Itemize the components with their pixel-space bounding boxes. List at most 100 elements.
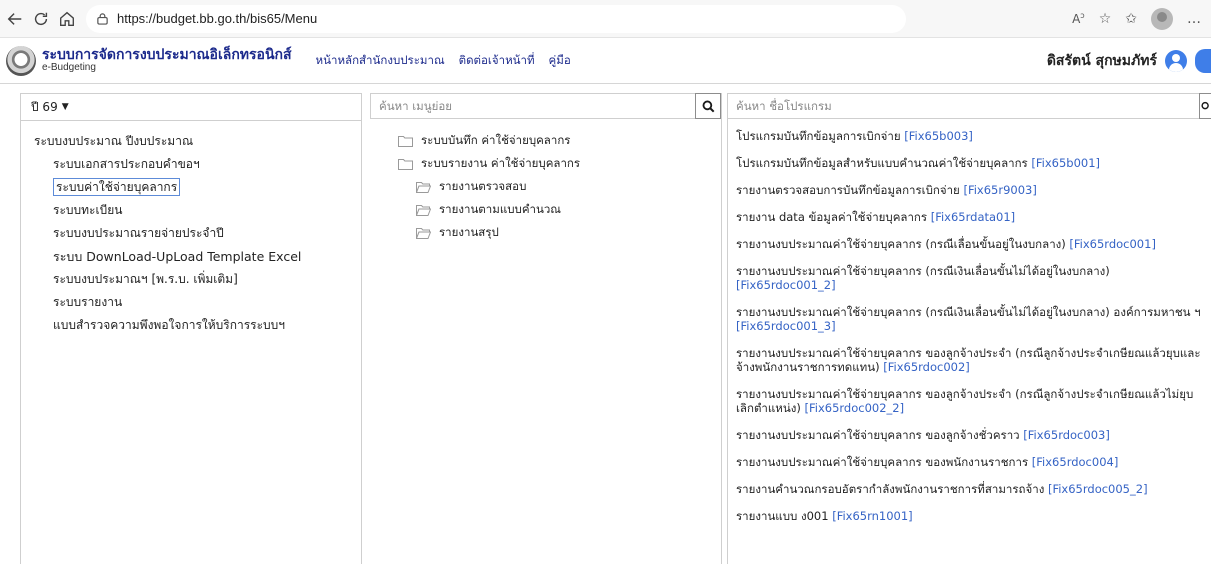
user-profile-icon[interactable]: [1165, 49, 1187, 72]
menu-item-label: ระบบงบประมาณรายจ่ายประจำปี: [53, 226, 224, 240]
program-item[interactable]: รายงานงบประมาณค่าใช้จ่ายบุคลากร ของลูกจ้…: [736, 346, 1206, 374]
program-item[interactable]: รายงานงบประมาณค่าใช้จ่ายบุคลากร (กรณีเงิ…: [736, 305, 1206, 333]
favorites-list-icon[interactable]: ✩: [1125, 11, 1137, 27]
program-item[interactable]: รายงานงบประมาณค่าใช้จ่ายบุคลากร ของลูกจ้…: [736, 428, 1206, 442]
program-name: รายงานงบประมาณค่าใช้จ่ายบุคลากร ของลูกจ้…: [736, 428, 1020, 442]
submenu-search-input[interactable]: [370, 93, 695, 119]
program-name: โปรแกรมบันทึกข้อมูลการเบิกจ่าย: [736, 129, 901, 143]
browser-actions: Aↄ ☆ ✩ …: [1072, 7, 1211, 30]
back-arrow-icon[interactable]: [4, 8, 26, 30]
tree-node-label: ระบบรายงาน ค่าใช้จ่ายบุคลากร: [421, 155, 581, 170]
program-code: [Fix65b003]: [904, 129, 973, 143]
program-item[interactable]: รายงาน data ข้อมูลค่าใช้จ่ายบุคลากร [Fix…: [736, 210, 1206, 224]
submenu-tree: ระบบบันทึก ค่าใช้จ่ายบุคลากร ระบบรายงาน …: [398, 129, 580, 244]
program-name: โปรแกรมบันทึกข้อมูลสำหรับแบบคำนวณค่าใช้จ…: [736, 156, 1028, 170]
program-code: [Fix65rdoc004]: [1031, 455, 1119, 469]
program-code: [Fix65b001]: [1031, 156, 1101, 170]
user-area: ดิสรัตน์ สุกษมภัทร์: [1046, 48, 1211, 73]
tree-node-summary-report[interactable]: รายงานสรุป: [398, 221, 580, 244]
submenu-search-button[interactable]: [695, 93, 721, 119]
menu-item-label: ระบบเอกสารประกอบคำขอฯ: [53, 157, 200, 171]
menu-item-additional-act[interactable]: ระบบงบประมาณฯ [พ.ร.บ. เพิ่มเติม]: [34, 268, 301, 291]
year-dropdown[interactable]: ปี 69 ▼: [21, 94, 361, 121]
program-code: [Fix65rdoc005_2]: [1047, 482, 1148, 496]
program-item[interactable]: โปรแกรมบันทึกข้อมูลการเบิกจ่าย [Fix65b00…: [736, 129, 1206, 143]
tree-node-audit-report[interactable]: รายงานตรวจสอบ: [398, 175, 580, 198]
menu-item-personnel-expense[interactable]: ระบบค่าใช้จ่ายบุคลากร: [34, 176, 301, 199]
program-code: [Fix65rdoc001_2]: [736, 278, 836, 292]
menu-item-satisfaction-survey[interactable]: แบบสำรวจความพึงพอใจการให้บริการระบบฯ: [34, 314, 301, 337]
open-folder-icon: [416, 181, 431, 193]
profile-avatar-icon[interactable]: [1151, 7, 1173, 30]
program-item[interactable]: รายงานตรวจสอบการบันทึกข้อมูลการเบิกจ่าย …: [736, 183, 1206, 197]
app-header: ระบบการจัดการงบประมาณอิเล็กทรอนิกส์ e-Bu…: [0, 38, 1211, 84]
menu-item-request-docs[interactable]: ระบบเอกสารประกอบคำขอฯ: [34, 153, 301, 176]
program-item[interactable]: รายงานแบบ ง001 [Fix65rn1001]: [736, 509, 1206, 523]
app-title: ระบบการจัดการงบประมาณอิเล็กทรอนิกส์: [42, 46, 292, 63]
top-nav: หน้าหลักสำนักงบประมาณ ติดต่อเจ้าหน้าที่ …: [316, 52, 571, 70]
program-item[interactable]: รายงานงบประมาณค่าใช้จ่ายบุคลากร (กรณีเงิ…: [736, 264, 1206, 292]
read-aloud-icon[interactable]: Aↄ: [1072, 11, 1085, 26]
program-panel: โปรแกรมบันทึกข้อมูลการเบิกจ่าย [Fix65b00…: [727, 93, 1211, 564]
tree-node-report-expense[interactable]: ระบบรายงาน ค่าใช้จ่ายบุคลากร: [398, 152, 580, 175]
brand: ระบบการจัดการงบประมาณอิเล็กทรอนิกส์ e-Bu…: [42, 48, 292, 73]
program-code: [Fix65rdoc002_2]: [804, 401, 905, 415]
logout-icon[interactable]: [1195, 48, 1211, 73]
main-menu-list: ระบบงบประมาณ ปีงบประมาณ ระบบเอกสารประกอบ…: [34, 130, 301, 337]
tree-node-label: รายงานตรวจสอบ: [439, 178, 527, 193]
home-icon[interactable]: [56, 8, 78, 30]
program-code: [Fix65rdoc002]: [883, 360, 970, 374]
menu-item-registry[interactable]: ระบบทะเบียน: [34, 199, 301, 222]
menu-item-excel-template[interactable]: ระบบ DownLoad-UpLoad Template Excel: [34, 245, 301, 268]
url-text: https://budget.bb.go.th/bis65/Menu: [117, 11, 318, 26]
program-code: [Fix65rn1001]: [832, 509, 913, 523]
menu-root-label: ระบบงบประมาณ ปีงบประมาณ: [34, 134, 194, 148]
menu-item-label: ระบบงบประมาณฯ [พ.ร.บ. เพิ่มเติม]: [53, 272, 238, 286]
program-item[interactable]: โปรแกรมบันทึกข้อมูลสำหรับแบบคำนวณค่าใช้จ…: [736, 156, 1206, 170]
program-code: [Fix65rdoc001]: [1069, 237, 1156, 251]
program-item[interactable]: รายงานงบประมาณค่าใช้จ่ายบุคลากร ของพนักง…: [736, 455, 1206, 469]
search-icon: [1201, 101, 1209, 109]
program-code: [Fix65r9003]: [963, 183, 1037, 197]
address-bar[interactable]: https://budget.bb.go.th/bis65/Menu: [86, 4, 906, 33]
program-item[interactable]: รายงานงบประมาณค่าใช้จ่ายบุคลากร ของลูกจ้…: [736, 387, 1206, 415]
year-dropdown-label: ปี 69: [31, 99, 58, 114]
open-folder-icon: [416, 227, 431, 239]
submenu-panel: ระบบบันทึก ค่าใช้จ่ายบุคลากร ระบบรายงาน …: [370, 93, 722, 564]
program-name: รายงานคำนวณกรอบอัตรากำลังพนักงานราชการที…: [736, 482, 1045, 496]
program-search-input[interactable]: [728, 93, 1199, 119]
menu-item-label: ระบบรายงาน: [53, 295, 123, 309]
lock-icon: [96, 12, 109, 25]
tree-node-calc-report[interactable]: รายงานตามแบบคำนวณ: [398, 198, 580, 221]
menu-item-annual-budget[interactable]: ระบบงบประมาณรายจ่ายประจำปี: [34, 222, 301, 245]
open-folder-icon: [416, 204, 431, 216]
favorite-star-icon[interactable]: ☆: [1099, 11, 1112, 27]
program-search-button[interactable]: [1199, 93, 1211, 119]
search-icon: [702, 100, 714, 112]
menu-item-reports[interactable]: ระบบรายงาน: [34, 291, 301, 314]
program-name: รายงานงบประมาณค่าใช้จ่ายบุคลากร (กรณีเงิ…: [736, 305, 1201, 319]
nav-contact-link[interactable]: ติดต่อเจ้าหน้าที่: [459, 52, 535, 70]
nav-home-link[interactable]: หน้าหลักสำนักงบประมาณ: [316, 52, 445, 70]
nav-manual-link[interactable]: คู่มือ: [549, 52, 571, 70]
menu-item-label: แบบสำรวจความพึงพอใจการให้บริการระบบฯ: [53, 318, 286, 332]
program-code: [Fix65rdoc001_3]: [736, 319, 836, 333]
reload-icon[interactable]: [30, 8, 52, 30]
program-name: รายงานงบประมาณค่าใช้จ่ายบุคลากร (กรณีเลื…: [736, 237, 1066, 251]
folder-icon: [398, 135, 413, 147]
more-options-icon[interactable]: …: [1187, 11, 1201, 27]
program-name: รายงานงบประมาณค่าใช้จ่ายบุคลากร (กรณีเงิ…: [736, 264, 1110, 278]
main-menu-panel: ปี 69 ▼ ระบบงบประมาณ ปีงบประมาณ ระบบเอกส…: [20, 93, 362, 564]
tree-node-label: รายงานสรุป: [439, 224, 499, 239]
browser-toolbar: https://budget.bb.go.th/bis65/Menu Aↄ ☆ …: [0, 0, 1211, 38]
tree-node-record-expense[interactable]: ระบบบันทึก ค่าใช้จ่ายบุคลากร: [398, 129, 580, 152]
menu-root[interactable]: ระบบงบประมาณ ปีงบประมาณ: [34, 130, 301, 153]
program-item[interactable]: รายงานคำนวณกรอบอัตรากำลังพนักงานราชการที…: [736, 482, 1206, 496]
program-item[interactable]: รายงานงบประมาณค่าใช้จ่ายบุคลากร (กรณีเลื…: [736, 237, 1206, 251]
budget-bureau-logo: [6, 45, 36, 76]
program-code: [Fix65rdoc003]: [1023, 428, 1110, 442]
program-name: รายงานตรวจสอบการบันทึกข้อมูลการเบิกจ่าย: [736, 183, 960, 197]
program-name: รายงาน data ข้อมูลค่าใช้จ่ายบุคลากร: [736, 210, 928, 224]
user-name: ดิสรัตน์ สุกษมภัทร์: [1046, 52, 1157, 69]
app-subtitle: e-Budgeting: [42, 61, 96, 73]
